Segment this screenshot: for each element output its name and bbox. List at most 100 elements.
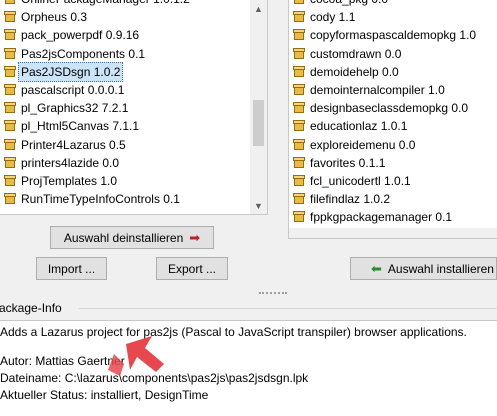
list-item[interactable]: cody 1.1 xyxy=(289,8,355,26)
list-item-label: pl_Html5Canvas 7.1.1 xyxy=(21,119,140,134)
scroll-down-arrow-icon[interactable]: ▼ xyxy=(250,197,267,214)
list-item[interactable]: demoidehelp 0.0 xyxy=(289,63,399,81)
package-icon xyxy=(4,120,16,132)
list-item-label: exploreidemenu 0.0 xyxy=(310,137,416,152)
package-icon xyxy=(293,138,305,151)
list-item-label: RunTimeTypeInfoControls 0.1 xyxy=(21,192,180,207)
package-icon xyxy=(4,102,16,114)
package-icon xyxy=(293,156,305,169)
available-packages-list[interactable]: cocoa_pkg 0.0 cody 1.1 copyformaspascaldem… xyxy=(288,0,497,239)
list-item-label: pack_powerpdf 0.9.16 xyxy=(21,28,140,43)
package-icon xyxy=(4,0,16,5)
package-icon xyxy=(4,175,16,187)
export-button-label: Export ... xyxy=(167,261,217,276)
package-icon xyxy=(4,11,16,23)
list-item[interactable]: fppkgpackagemanager 0.1 xyxy=(289,208,452,226)
arrow-right-icon: ➡ xyxy=(189,229,201,245)
list-item[interactable]: cocoa_pkg 0.0 xyxy=(289,0,388,8)
list-item-label: Printer4Lazarus 0.5 xyxy=(21,137,126,152)
list-item-label: customdrawn 0.0 xyxy=(310,46,402,61)
list-item-label: printers4lazide 0.0 xyxy=(21,155,120,170)
package-icon xyxy=(293,47,305,60)
list-item[interactable]: favorites 0.1.1 xyxy=(289,154,385,172)
list-item-label: demoidehelp 0.0 xyxy=(310,64,399,79)
list-item[interactable]: RunTimeTypeInfoControls 0.1 xyxy=(0,190,180,208)
export-button[interactable]: Export ... xyxy=(156,257,228,280)
list-item[interactable]: Pas2jsComponents 0.1 xyxy=(0,45,145,63)
panel-splitter[interactable] xyxy=(0,288,497,298)
list-item[interactable]: ProjTemplates 1.0 xyxy=(0,172,117,190)
package-icon xyxy=(4,156,16,169)
list-item[interactable]: pl_Graphics32 7.2.1 xyxy=(0,99,128,117)
list-item-label: Pas2jsComponents 0.1 xyxy=(21,46,146,61)
list-item-label: Orpheus 0.3 xyxy=(21,10,88,25)
list-item-label: OnlinePackageManager 1.0.1.2 xyxy=(21,0,190,8)
package-icon xyxy=(293,175,305,187)
list-item[interactable]: pl_Html5Canvas 7.1.1 xyxy=(0,117,139,135)
list-item-label: fppkgpackagemanager 0.1 xyxy=(310,210,453,225)
uninstall-button-label: Auswahl deinstallieren xyxy=(63,230,184,245)
list-item[interactable]: educationlaz 1.0.1 xyxy=(289,117,407,135)
list-item-label: demointernalcompiler 1.0 xyxy=(310,83,445,97)
package-info-title: ackage-Info xyxy=(0,301,62,315)
available-list-hscrollbar[interactable] xyxy=(289,228,497,238)
list-item-label: cocoa_pkg 0.0 xyxy=(310,0,388,8)
scroll-up-arrow-icon[interactable]: ▲ xyxy=(250,0,267,17)
package-icon xyxy=(293,120,305,132)
list-item-label: filefindlaz 1.0.2 xyxy=(310,192,391,207)
list-item[interactable]: OnlinePackageManager 1.0.1.2 xyxy=(0,0,190,8)
list-item[interactable]: Printer4Lazarus 0.5 xyxy=(0,136,126,154)
package-info-groupbox: ackage-Info xyxy=(0,298,497,318)
package-icon xyxy=(4,29,16,41)
splitter-grip[interactable] xyxy=(259,292,287,296)
list-item[interactable]: pack_powerpdf 0.9.16 xyxy=(0,26,139,44)
groupbox-divider xyxy=(79,308,497,309)
list-item-label: copyformaspascaldemopkg 1.0 xyxy=(310,28,477,43)
package-icon xyxy=(4,47,16,60)
list-item-label: favorites 0.1.1 xyxy=(310,155,386,170)
package-info-text: Adds a Lazarus project for pas2js (Pasca… xyxy=(0,320,497,416)
scrollbar-thumb[interactable] xyxy=(253,100,264,146)
list-item[interactable]: printers4lazide 0.0 xyxy=(0,154,119,172)
list-item[interactable]: fcl_unicodertl 1.0.1 xyxy=(289,172,411,190)
installed-list-scrollbar[interactable]: ▲ ▼ xyxy=(250,0,267,214)
annotation-arrow-icon xyxy=(108,336,164,376)
package-icon xyxy=(293,0,305,5)
list-item-label: ProjTemplates 1.0 xyxy=(21,174,118,188)
package-icon xyxy=(293,211,305,223)
package-icon xyxy=(293,11,305,23)
list-item[interactable]: demointernalcompiler 1.0 xyxy=(289,81,445,99)
list-item[interactable]: pascalscript 0.0.0.1 xyxy=(0,81,124,99)
list-item[interactable]: copyformaspascaldemopkg 1.0 xyxy=(289,26,476,44)
installed-packages-list[interactable]: OnlinePackageManager 1.0.1.2 Orpheus 0.3 p… xyxy=(0,0,268,215)
list-item-label: fcl_unicodertl 1.0.1 xyxy=(310,174,411,188)
list-item[interactable]: filefindlaz 1.0.2 xyxy=(289,190,390,208)
arrow-left-icon: ⬅ xyxy=(371,260,382,276)
install-selection-button[interactable]: ⬅ Auswahl installieren xyxy=(350,257,497,280)
install-button-label: Auswahl installieren xyxy=(387,261,494,276)
list-item-label: Pas2JSDsgn 1.0.2 xyxy=(18,61,124,82)
list-item[interactable]: Orpheus 0.3 xyxy=(0,8,87,26)
package-icon xyxy=(4,193,16,205)
package-icon xyxy=(293,84,305,96)
package-icon xyxy=(293,193,305,205)
list-item[interactable]: exploreidemenu 0.0 xyxy=(289,136,415,154)
package-icon xyxy=(293,102,305,114)
list-item-label: designbaseclassdemopkg 0.0 xyxy=(310,101,469,116)
package-icon xyxy=(4,84,16,96)
list-item-label: educationlaz 1.0.1 xyxy=(310,119,408,134)
import-button[interactable]: Import ... xyxy=(36,257,107,280)
package-icon xyxy=(293,29,305,41)
import-button-label: Import ... xyxy=(47,261,96,276)
package-status: Aktueller Status: installiert, DesignTim… xyxy=(0,388,209,402)
package-icon xyxy=(4,65,16,78)
uninstall-selection-button[interactable]: Auswahl deinstallieren ➡ xyxy=(50,226,214,249)
package-description: Adds a Lazarus project for pas2js (Pasca… xyxy=(0,325,467,339)
list-item-label: pascalscript 0.0.0.1 xyxy=(21,83,125,97)
package-icon xyxy=(293,65,305,78)
list-item[interactable]: Pas2JSDsgn 1.0.2 xyxy=(0,61,124,82)
package-icon xyxy=(4,138,16,151)
list-item-label: pl_Graphics32 7.2.1 xyxy=(21,101,129,116)
list-item[interactable]: customdrawn 0.0 xyxy=(289,45,401,63)
list-item[interactable]: designbaseclassdemopkg 0.0 xyxy=(289,99,468,117)
